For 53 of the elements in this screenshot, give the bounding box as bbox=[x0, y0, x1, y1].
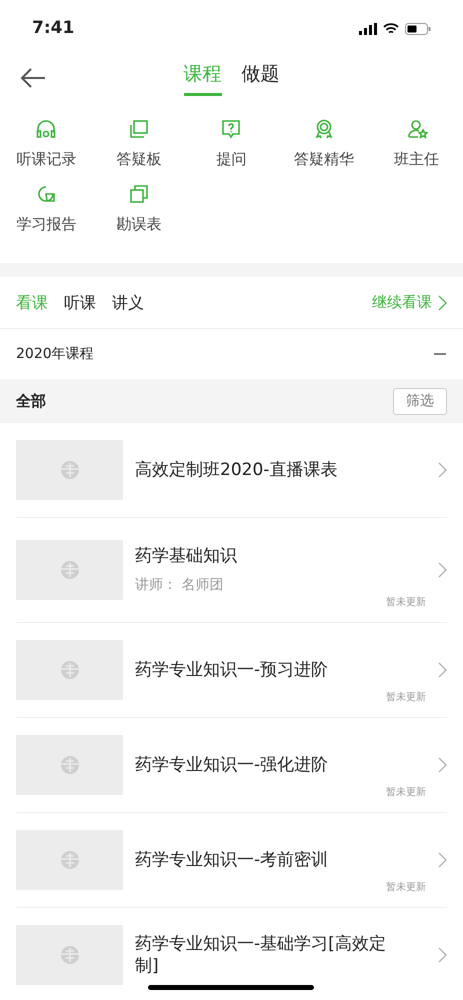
update-status: 暂未更新 bbox=[386, 596, 426, 610]
copy-icon bbox=[128, 182, 150, 204]
logo-placeholder-icon bbox=[60, 850, 80, 870]
person-star-icon bbox=[406, 118, 428, 140]
filter-button[interactable]: 筛选 bbox=[393, 388, 447, 414]
update-status: 暂未更新 bbox=[386, 690, 426, 705]
course-row[interactable]: 药学专业知识一-考前密训 暂未更新 bbox=[16, 813, 447, 908]
shortcut-item[interactable]: 答疑精华 bbox=[278, 118, 370, 170]
chevron-icon bbox=[438, 662, 447, 678]
lecturer-text: 讲师： 名师团 bbox=[135, 576, 224, 594]
course-title: 药学基础知识 bbox=[135, 544, 238, 566]
logo-placeholder-icon bbox=[60, 460, 80, 480]
content-tab[interactable]: 听课 bbox=[64, 290, 96, 314]
course-title: 药学专业知识一-考前密训 bbox=[135, 849, 330, 871]
header-tab[interactable]: 做题 bbox=[242, 60, 280, 96]
course-row[interactable]: 药学基础知识 讲师： 名师团 暂未更新 bbox=[16, 518, 447, 623]
shortcut-item[interactable]: 答疑板 bbox=[92, 118, 186, 170]
medal-icon bbox=[313, 118, 336, 140]
chevron-icon bbox=[438, 757, 447, 773]
course-row[interactable]: 药学专业知识一-预习进阶 暂未更新 bbox=[16, 623, 447, 718]
section-title: 2020年课程 bbox=[16, 344, 94, 364]
question-bubble-icon bbox=[220, 118, 242, 140]
update-status: 暂未更新 bbox=[386, 786, 426, 800]
chevron-icon bbox=[438, 294, 447, 310]
shortcut-item[interactable]: 提问 bbox=[185, 118, 278, 170]
content-tab[interactable]: 讲义 bbox=[112, 290, 144, 314]
back-arrow-icon[interactable] bbox=[20, 68, 46, 88]
logo-placeholder-icon bbox=[60, 945, 80, 965]
signal-icon bbox=[359, 23, 377, 35]
status-time: 7:41 bbox=[32, 17, 74, 40]
wifi-icon bbox=[383, 23, 399, 35]
battery-icon bbox=[405, 23, 431, 35]
shortcut-item[interactable]: 勘误表 bbox=[92, 182, 186, 235]
course-title: 高效定制班2020-直播课表 bbox=[135, 459, 338, 481]
chevron-icon bbox=[438, 462, 447, 478]
chevron-icon bbox=[438, 562, 447, 578]
logo-placeholder-icon bbox=[60, 660, 80, 680]
update-status: 暂未更新 bbox=[386, 880, 426, 895]
logo-placeholder-icon bbox=[60, 755, 80, 775]
course-row[interactable]: 药学专业知识一-强化进阶 暂未更新 bbox=[16, 718, 447, 813]
shortcut-item[interactable]: 班主任 bbox=[370, 118, 463, 170]
shortcut-item[interactable]: 学习报告 bbox=[0, 182, 93, 235]
shortcut-item[interactable]: 听课记录 bbox=[0, 118, 93, 170]
chevron-icon bbox=[438, 947, 447, 963]
course-title: 药学专业知识一-预习进阶 bbox=[135, 659, 330, 681]
headphones-icon bbox=[35, 118, 58, 140]
course-row[interactable]: 高效定制班2020-直播课表 bbox=[16, 423, 447, 518]
filter-label: 全部 bbox=[16, 390, 46, 412]
stacked-pages-icon bbox=[128, 118, 150, 140]
chevron-icon bbox=[438, 852, 447, 868]
logo-placeholder-icon bbox=[60, 560, 80, 580]
course-title: 药学专业知识一-强化进阶 bbox=[135, 754, 330, 776]
course-title: 药学专业知识一-基础学习[高效定制] bbox=[135, 933, 387, 977]
